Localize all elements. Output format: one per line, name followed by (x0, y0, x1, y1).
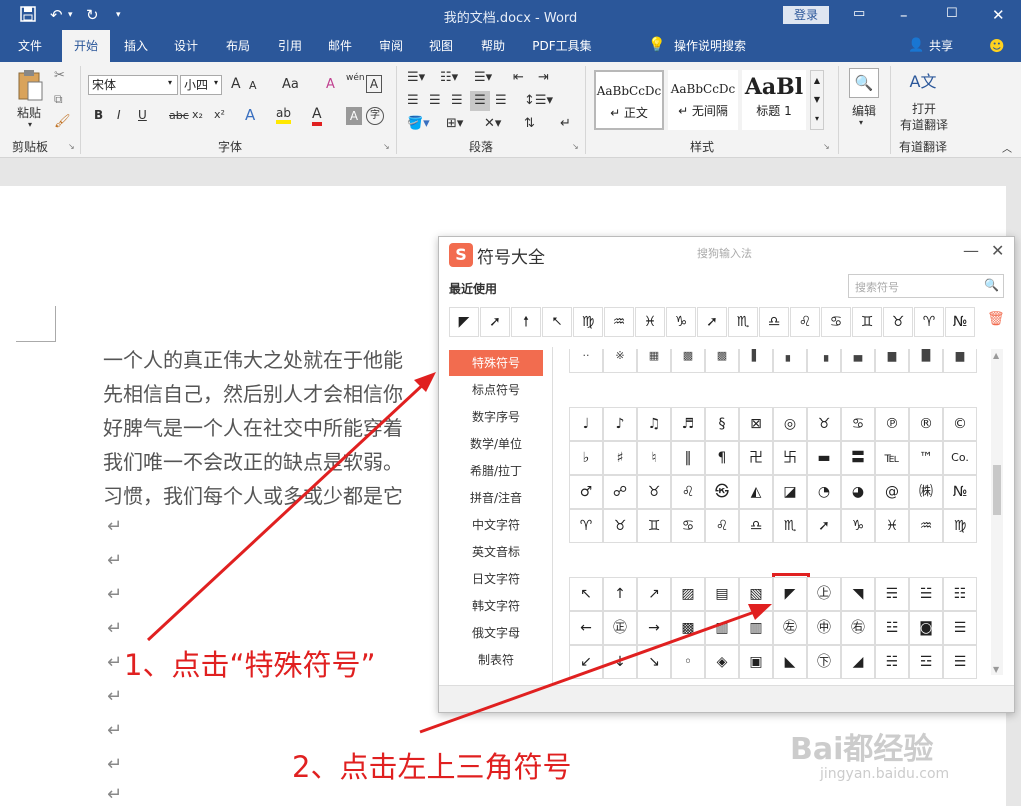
arrow-line (419, 608, 761, 734)
watermark-logo: Bai都经验 (790, 732, 934, 767)
annotation-step1: 1、点击“特殊符号” (124, 648, 376, 682)
annotation-step2: 2、点击左上三角符号 (292, 750, 572, 784)
arrow-line (146, 378, 430, 642)
arrow-head (748, 604, 772, 620)
annotation-arrows (146, 372, 772, 734)
watermark-url: jingyan.baidu.com (820, 766, 950, 782)
